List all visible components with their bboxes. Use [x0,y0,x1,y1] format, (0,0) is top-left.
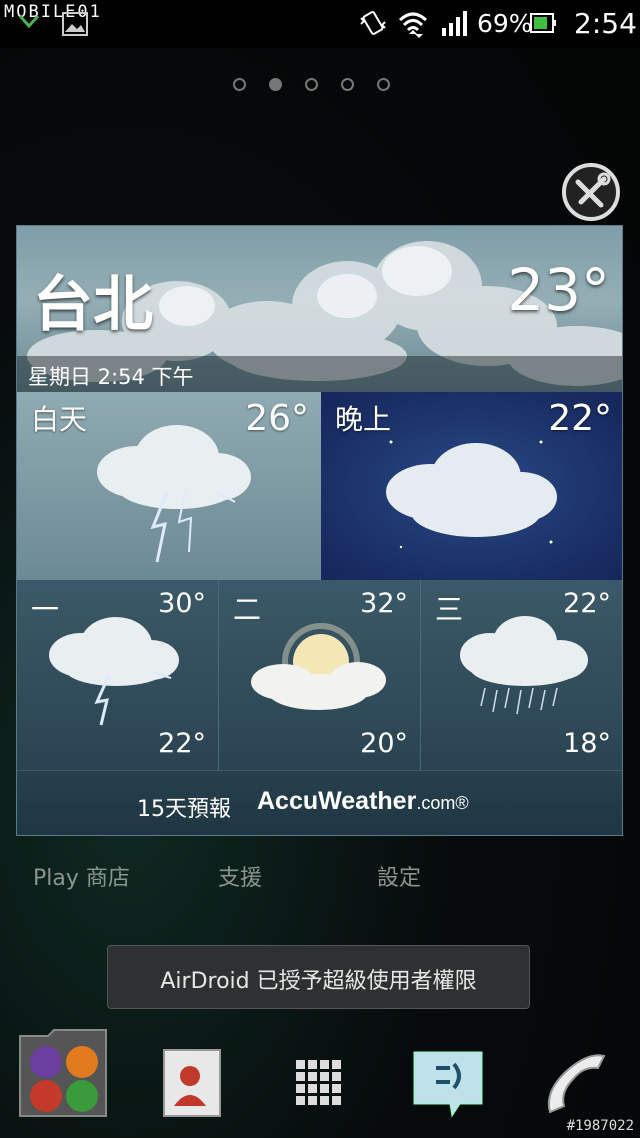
partly-sunny-icon [251,623,386,710]
app-label-settings[interactable]: 設定 [377,860,421,892]
app-label-support[interactable]: 支援 [218,860,262,892]
app-drawer-icon[interactable] [296,1060,342,1106]
15-day-forecast-link[interactable]: 15天預報 [137,791,231,823]
city-name: 台北 [33,270,153,340]
forecast-day-3[interactable]: 三 22° 18° [421,580,622,770]
image-credit: #1987022 [566,1118,634,1134]
gallery-icon [62,12,88,36]
weather-header[interactable]: 台北 23° 星期日 2:54 下午 [17,226,622,392]
weather-widget[interactable]: 台北 23° 星期日 2:54 下午 白天 26° 晚上 22° 一 30° 2… [16,225,623,836]
battery-percent: 69% [477,9,533,38]
forecast-day-1[interactable]: 一 30° 22° [17,580,219,770]
page-indicator [233,78,390,91]
night-cloud-icon [386,440,557,549]
signal-icon [442,11,467,36]
date-time: 星期日 2:54 下午 [28,365,194,389]
rain-icon [460,616,588,715]
notification-arrow-icon [18,14,40,29]
forecast-low: 18° [563,728,611,759]
app-label-play-store[interactable]: Play 商店 [33,860,130,892]
current-temperature: 23° [507,256,610,324]
forecast-row: 一 30° 22° 二 32° 20° 三 22° 18° [17,580,622,770]
phone-icon[interactable] [540,1050,612,1122]
status-clock: 2:54 [574,7,637,40]
brand-suffix: .com® [416,793,469,813]
night-panel[interactable]: 晚上 22° [321,392,622,580]
vibrate-icon [360,11,386,35]
forecast-day-2[interactable]: 二 32° 20° [219,580,421,770]
contacts-icon[interactable] [162,1048,222,1118]
toast-message: AirDroid 已授予超級使用者權限 [107,945,530,1009]
widget-footer[interactable]: 15天預報 AccuWeather.com® [17,770,622,835]
messaging-icon[interactable] [410,1048,486,1118]
page-dot[interactable] [305,78,318,91]
forecast-low: 22° [158,728,206,759]
page-dot[interactable] [377,78,390,91]
page-dot-active[interactable] [269,78,282,91]
status-bar: MOBILE01 69% 2:54 [0,0,640,48]
page-dot[interactable] [341,78,354,91]
daytime-label: 白天 [31,403,88,436]
wifi-icon [398,12,428,38]
dock [0,1020,640,1138]
apps-folder-icon[interactable] [18,1026,108,1118]
toast-text: AirDroid 已授予超級使用者權限 [160,969,477,994]
forecast-low: 20° [360,728,408,759]
thunderstorm-icon [49,617,179,726]
brand-name: AccuWeather [257,787,417,815]
page-dot[interactable] [233,78,246,91]
thunderstorm-icon [97,425,251,563]
accuweather-logo[interactable]: AccuWeather.com® [257,787,469,816]
daytime-panel[interactable]: 白天 26° [17,392,321,580]
battery-icon [530,13,556,33]
widget-settings-tools-icon[interactable] [561,162,621,222]
